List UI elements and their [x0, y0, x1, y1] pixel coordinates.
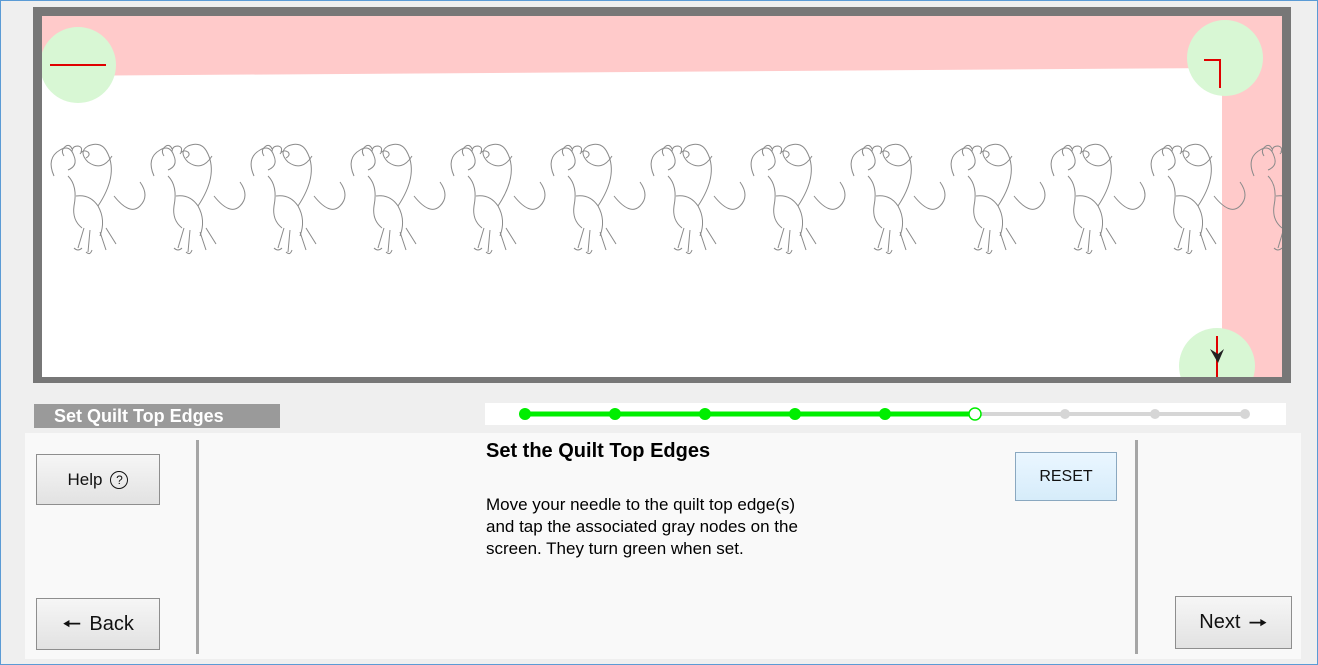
next-button[interactable]: Next 🠖 — [1175, 596, 1292, 649]
progress-node-pending — [1150, 409, 1160, 419]
progress-node-done — [879, 408, 891, 420]
edge-band — [42, 16, 1282, 377]
reset-label: RESET — [1039, 467, 1093, 485]
progress-node-pending — [1240, 409, 1250, 419]
progress-node-done — [519, 408, 531, 420]
arrow-left-icon: 🠔 — [62, 611, 82, 636]
progress-node-done — [609, 408, 621, 420]
instruction-line: screen. They turn green when set. — [486, 539, 744, 558]
left-divider — [196, 440, 199, 654]
right-divider — [1135, 440, 1138, 654]
step-title: Set Quilt Top Edges — [34, 404, 280, 428]
help-button[interactable]: Help ? — [36, 454, 160, 505]
instruction-line: and tap the associated gray nodes on the — [486, 517, 798, 536]
progress-node-done — [789, 408, 801, 420]
help-label: Help — [67, 469, 103, 489]
quilt-preview-canvas[interactable] — [42, 16, 1282, 377]
progress-node-done — [699, 408, 711, 420]
back-button[interactable]: 🠔 Back — [36, 598, 160, 650]
progress-node-current — [968, 407, 982, 421]
node-top-right[interactable] — [1187, 20, 1263, 96]
progress-node-pending — [1060, 409, 1070, 419]
node-top-left[interactable] — [42, 27, 116, 103]
quilt-preview-svg — [42, 16, 1282, 377]
quilt-preview-frame — [33, 7, 1291, 383]
quilt-pattern-row — [50, 143, 1282, 255]
reset-button[interactable]: RESET — [1015, 452, 1117, 501]
question-circle-icon: ? — [110, 470, 129, 489]
back-label: Back — [89, 612, 134, 635]
instruction-line: Move your needle to the quilt top edge(s… — [486, 495, 796, 514]
next-label: Next — [1199, 611, 1241, 633]
arrow-right-icon: 🠖 — [1248, 609, 1268, 635]
step-progress-bar — [485, 403, 1286, 425]
instruction-heading: Set the Quilt Top Edges — [486, 440, 711, 462]
instruction-text: Move your needle to the quilt top edge(s… — [486, 494, 886, 560]
